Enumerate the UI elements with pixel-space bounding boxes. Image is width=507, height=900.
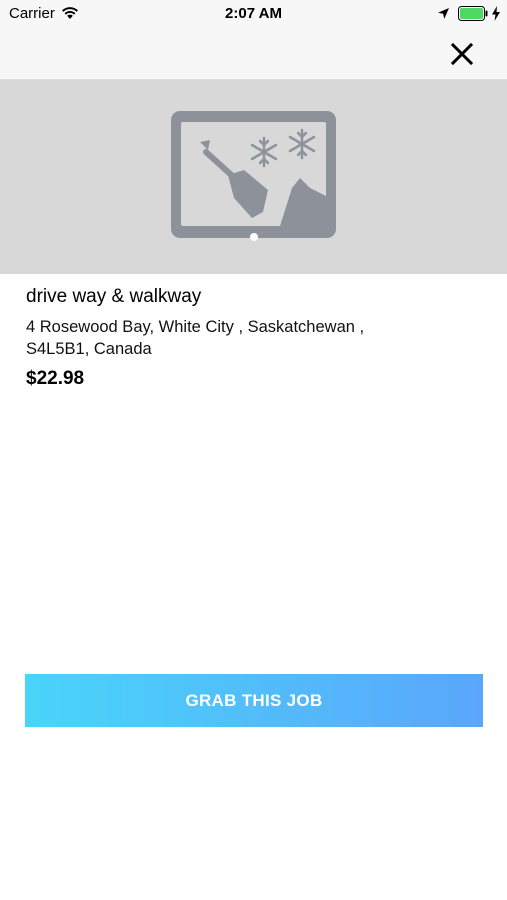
battery-icon [458, 6, 488, 21]
job-title: drive way & walkway [26, 286, 202, 307]
close-icon [450, 42, 474, 66]
page-indicator-dot[interactable] [250, 233, 258, 241]
close-button[interactable] [446, 38, 478, 70]
clock-time: 2:07 AM [225, 5, 282, 22]
charging-bolt-icon [492, 6, 500, 21]
nav-bar [0, 28, 507, 80]
job-address-line1: 4 Rosewood Bay, White City , Saskatchewa… [26, 318, 365, 336]
snow-shovel-image-placeholder-icon [171, 111, 336, 238]
job-details: drive way & walkway 4 Rosewood Bay, Whit… [26, 286, 486, 390]
status-bar: Carrier 2:07 AM [0, 0, 507, 28]
location-arrow-icon [438, 8, 449, 19]
job-price: $22.98 [26, 368, 85, 389]
job-address: 4 Rosewood Bay, White City , Saskatchewa… [26, 316, 486, 360]
grab-this-job-button[interactable]: GRAB THIS JOB [25, 674, 483, 727]
job-address-line2: S4L5B1, Canada [26, 340, 152, 358]
job-image-carousel[interactable] [0, 80, 507, 274]
